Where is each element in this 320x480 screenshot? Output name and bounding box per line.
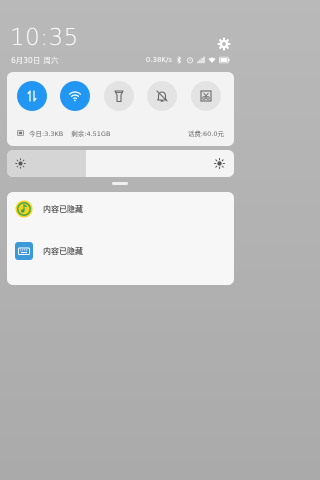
notification-item[interactable]: 内容已隐藏 [7, 234, 234, 268]
bell-off-icon [156, 90, 168, 102]
alarm-icon [187, 57, 193, 64]
battery-icon [219, 56, 230, 64]
qq-music-icon [15, 200, 33, 218]
tile-screenshot[interactable] [191, 81, 221, 111]
mobile-data-icon [27, 90, 37, 102]
bluetooth-icon [177, 56, 182, 64]
brightness-slider[interactable] [7, 150, 234, 177]
flashlight-icon [114, 90, 124, 103]
usage-remaining: 剩余:4.51GB [71, 130, 111, 138]
notification-item[interactable]: 内容已隐藏 [7, 192, 234, 226]
drag-handle[interactable] [112, 182, 128, 185]
date-text: 6月30日 [11, 56, 41, 65]
sim-card-icon [17, 130, 24, 136]
tile-mobile-data[interactable] [17, 81, 47, 111]
usage-balance: 话费:60.0元 [187, 130, 224, 138]
notification-text: 内容已隐藏 [43, 204, 83, 214]
screenshot-scissors-icon [200, 90, 212, 102]
wifi-icon [68, 91, 82, 102]
data-usage-row[interactable]: 今日:3.3KB 剩余:4.51GB 话费:60.0元 [17, 128, 224, 138]
signal-icon [197, 56, 205, 64]
brightness-low-icon [15, 158, 26, 169]
clock[interactable]: 10:35 [10, 25, 79, 51]
net-speed: 0.38K/s [145, 56, 172, 64]
keyboard-icon [15, 242, 33, 260]
weekday-text: 周六 [43, 56, 59, 65]
brightness-high-icon [214, 158, 225, 169]
status-bar: 0.38K/s [146, 55, 230, 65]
settings-gear-icon[interactable] [217, 37, 231, 51]
notification-text: 内容已隐藏 [43, 246, 83, 256]
quick-settings-panel: 今日:3.3KB 剩余:4.51GB 话费:60.0元 [7, 72, 234, 146]
status-area: 10:35 6月30日 周六 0.38K/s [0, 0, 240, 66]
usage-today: 今日:3.3KB [29, 130, 64, 138]
tile-silent[interactable] [147, 81, 177, 111]
wifi-status-icon [208, 57, 216, 63]
tile-wifi[interactable] [60, 81, 90, 111]
notification-panel: 内容已隐藏 内容已隐藏 [7, 192, 234, 285]
tile-flashlight[interactable] [104, 81, 134, 111]
date[interactable]: 6月30日 周六 [11, 55, 58, 66]
